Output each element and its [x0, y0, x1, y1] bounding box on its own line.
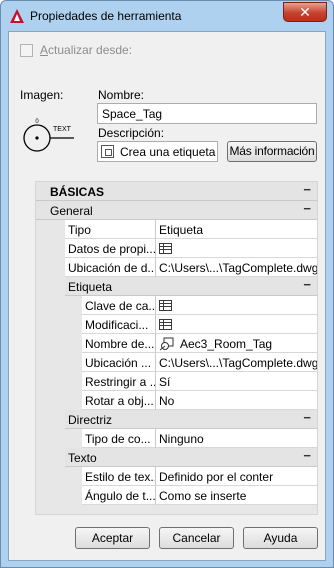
property-value[interactable]: C:\Users\...\TagComplete.dwg: [156, 353, 317, 372]
autocad-logo-icon: [10, 9, 24, 23]
property-value[interactable]: Aec3_Room_Tag: [156, 334, 317, 353]
property-name: Restringir a ...: [82, 372, 156, 391]
description-icon: [101, 145, 114, 158]
category-texto[interactable]: Texto −: [65, 448, 317, 467]
property-row[interactable]: Ubicación ... C:\Users\...\TagComplete.d…: [36, 353, 317, 372]
title-bar[interactable]: Propiedades de herramienta ✕: [1, 1, 333, 31]
property-name: Ubicación ...: [82, 353, 156, 372]
property-name: Ubicación de d...: [65, 258, 156, 277]
tool-properties-window: Propiedades de herramienta ✕ Actualizar …: [0, 0, 334, 568]
property-value[interactable]: [156, 296, 317, 315]
property-row[interactable]: Modificaci...: [36, 315, 317, 334]
property-name: Clave de ca...: [82, 296, 156, 315]
property-row[interactable]: Restringir a ... Sí: [36, 372, 317, 391]
property-value[interactable]: Etiqueta: [156, 220, 317, 239]
window-title: Propiedades de herramienta: [30, 9, 182, 23]
category-general[interactable]: General −: [36, 201, 317, 220]
property-name: Tipo de co...: [82, 429, 156, 448]
property-row[interactable]: Tipo de co... Ninguno: [36, 429, 317, 448]
close-button[interactable]: ✕: [283, 2, 327, 22]
property-value[interactable]: Definido por el conter: [156, 467, 317, 486]
property-name: Datos de propi...: [65, 239, 156, 258]
svg-text:0: 0: [35, 119, 39, 125]
collapse-icon[interactable]: −: [303, 448, 311, 463]
cancel-button[interactable]: Cancelar: [159, 527, 234, 549]
property-value[interactable]: [156, 239, 317, 258]
update-from-label: Actualizar desde:: [40, 43, 133, 57]
collapse-icon[interactable]: −: [303, 201, 311, 216]
category-basicas[interactable]: BÁSICAS −: [36, 182, 317, 201]
dialog-body: Actualizar desde: Imagen: Nombre: 0 TEXT…: [8, 31, 326, 561]
category-etiqueta[interactable]: Etiqueta −: [65, 277, 317, 296]
collapse-icon[interactable]: −: [303, 277, 311, 292]
property-row[interactable]: Clave de ca...: [36, 296, 317, 315]
property-row[interactable]: Datos de propi...: [36, 239, 317, 258]
description-label: Descripción:: [98, 126, 165, 140]
property-name: Estilo de tex...: [82, 467, 156, 486]
property-row[interactable]: Tipo Etiqueta: [36, 220, 317, 239]
name-input[interactable]: [97, 103, 317, 124]
close-icon: ✕: [299, 4, 311, 20]
property-value[interactable]: Sí: [156, 372, 317, 391]
category-directriz[interactable]: Directriz −: [65, 410, 317, 429]
property-name: Ángulo de t...: [82, 486, 156, 505]
property-name: Nombre de...: [82, 334, 156, 353]
property-value[interactable]: [156, 315, 317, 334]
image-label: Imagen:: [20, 88, 64, 102]
properties-grid: BÁSICAS − General − Tipo Etiqueta Datos …: [35, 181, 318, 515]
property-value[interactable]: C:\Users\...\TagComplete.dwg: [156, 258, 317, 277]
update-from-checkbox[interactable]: [20, 43, 33, 57]
property-value[interactable]: No: [156, 391, 317, 410]
update-from-row: Actualizar desde:: [20, 42, 132, 58]
tag-block-icon: [159, 337, 174, 351]
property-name: Modificaci...: [82, 315, 156, 334]
name-label: Nombre:: [98, 88, 145, 102]
property-row[interactable]: Rotar a obj... No: [36, 391, 317, 410]
property-value[interactable]: Como se inserte: [156, 486, 317, 505]
help-button[interactable]: Ayuda: [243, 527, 318, 549]
property-name: Rotar a obj...: [82, 391, 156, 410]
description-value: Crea una etiqueta d: [120, 144, 218, 159]
tag-preview-image: 0 TEXT: [23, 119, 74, 152]
accept-button[interactable]: Aceptar: [75, 527, 150, 549]
property-row[interactable]: Ubicación de d... C:\Users\...\TagComple…: [36, 258, 317, 277]
table-icon[interactable]: [159, 319, 172, 330]
collapse-icon[interactable]: −: [303, 410, 311, 425]
svg-text:TEXT: TEXT: [53, 126, 72, 133]
collapse-icon[interactable]: −: [303, 182, 311, 197]
property-name: Tipo: [65, 220, 156, 239]
property-row[interactable]: Ángulo de t... Como se inserte: [36, 486, 317, 505]
table-icon[interactable]: [159, 243, 172, 254]
property-row[interactable]: Estilo de tex... Definido por el conter: [36, 467, 317, 486]
table-icon[interactable]: [159, 300, 172, 311]
more-info-button[interactable]: Más información: [227, 141, 317, 162]
property-value[interactable]: Ninguno: [156, 429, 317, 448]
description-field[interactable]: Crea una etiqueta d: [97, 141, 218, 162]
property-row[interactable]: Nombre de... Aec3_Room_Tag: [36, 334, 317, 353]
